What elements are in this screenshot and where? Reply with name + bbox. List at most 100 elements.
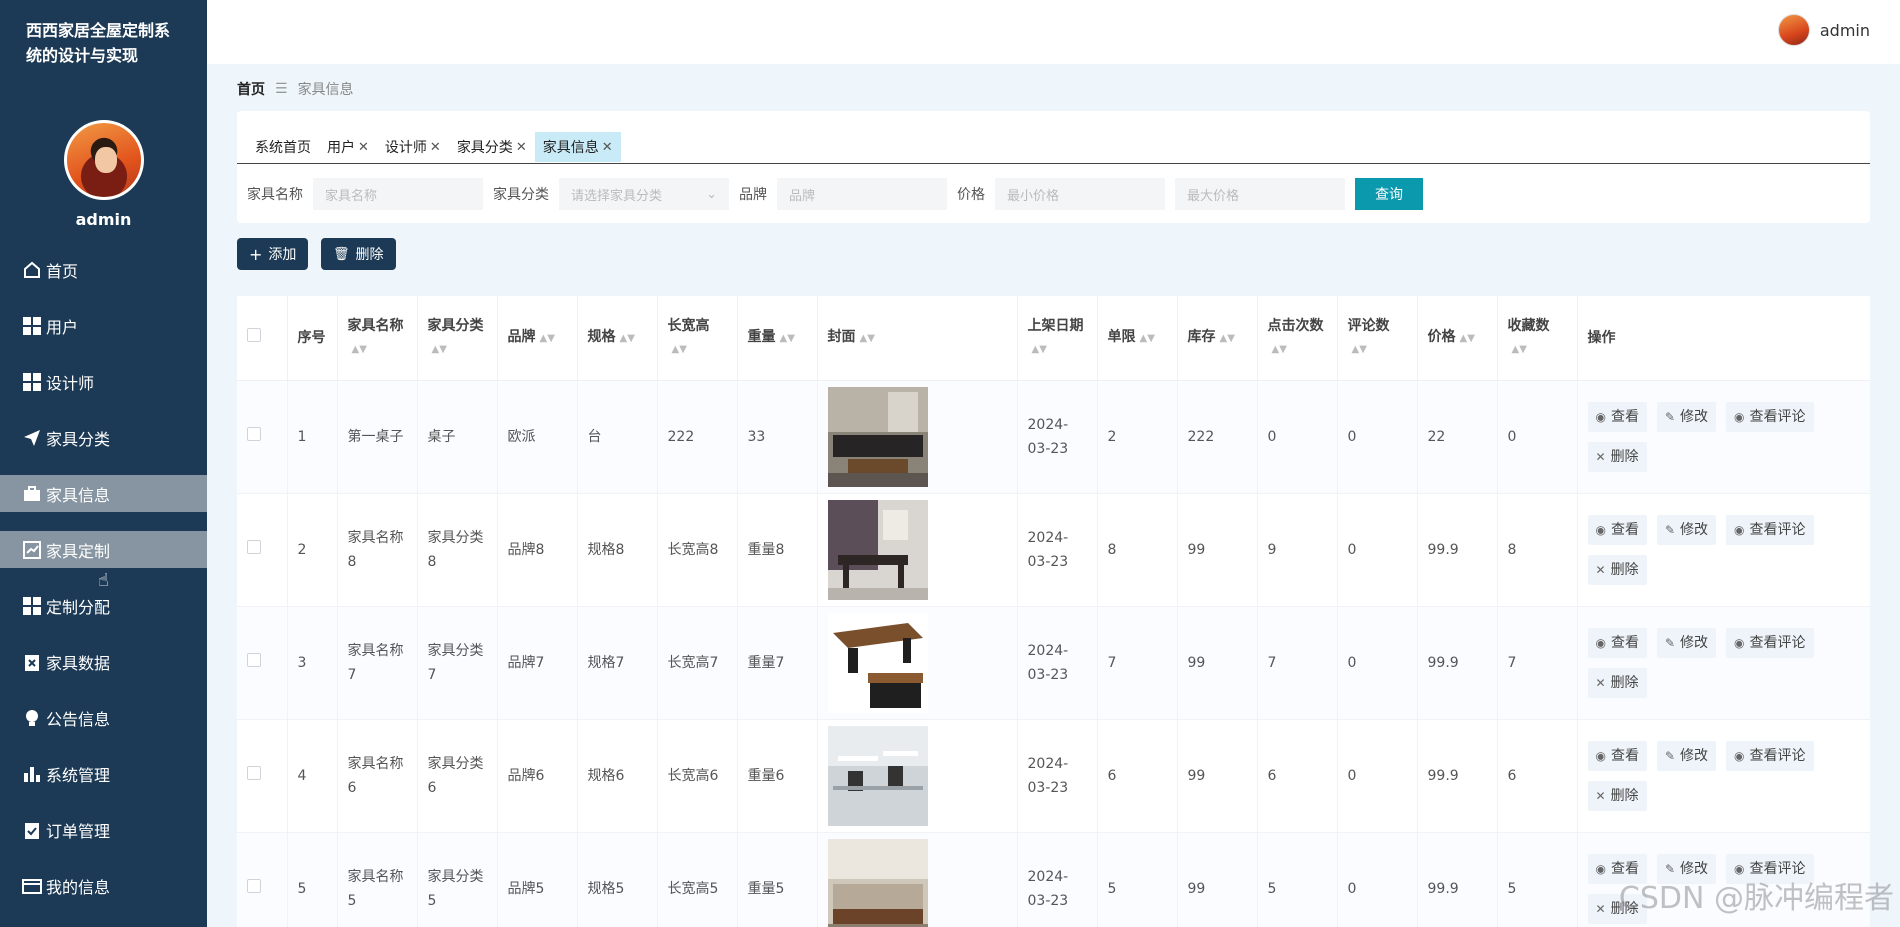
view-comments-button[interactable]: ◉ 查看评论 — [1726, 627, 1814, 658]
user-menu[interactable]: admin — [1777, 14, 1870, 46]
table-header[interactable]: 点击次数 ▲▼ — [1257, 296, 1338, 381]
table-header[interactable]: 家具名称 ▲▼ — [337, 296, 418, 381]
sidebar-item-system[interactable]: 系统管理 — [0, 755, 207, 792]
edit-button[interactable]: ✎ 修改 — [1656, 627, 1717, 658]
cell-date: 2024-03-23 — [1017, 606, 1098, 720]
view-comments-button[interactable]: ◉ 查看评论 — [1726, 740, 1814, 771]
table-header[interactable]: 封面 ▲▼ — [817, 296, 1018, 381]
sort-icon[interactable]: ▲▼ — [860, 333, 875, 344]
close-icon[interactable]: ✕ — [358, 140, 369, 155]
sort-icon[interactable]: ▲▼ — [1272, 344, 1287, 355]
table-header[interactable]: 重量 ▲▼ — [737, 296, 818, 381]
sort-icon[interactable]: ▲▼ — [620, 333, 635, 344]
table-header[interactable]: 上架日期 ▲▼ — [1017, 296, 1098, 381]
sort-icon[interactable]: ▲▼ — [432, 344, 447, 355]
row-delete-button[interactable]: ✕ 删除 — [1587, 441, 1647, 472]
table-header[interactable]: 库存 ▲▼ — [1177, 296, 1258, 381]
edit-icon: ✎ — [1664, 522, 1676, 537]
sidebar-item-orders[interactable]: 订单管理 — [0, 811, 207, 848]
sort-icon[interactable]: ▲▼ — [780, 333, 795, 344]
table-header[interactable]: 规格 ▲▼ — [577, 296, 658, 381]
tab-furniture-category[interactable]: 家具分类 ✕ — [449, 132, 535, 162]
sidebar-item-my-info[interactable]: 我的信息 — [0, 867, 207, 904]
sidebar-profile: admin — [0, 120, 207, 229]
edit-icon: ✎ — [1664, 748, 1676, 763]
row-checkbox[interactable] — [247, 539, 261, 554]
breadcrumb-home[interactable]: 首页 — [237, 79, 265, 99]
sidebar-item-furniture-info[interactable]: 家具信息 — [0, 475, 207, 512]
furniture-table: 序号 家具名称 ▲▼ 家具分类 ▲▼ 品牌 ▲▼ 规格 ▲▼ 长宽高 ▲▼ 重量 ▲▼ 封面… — [237, 296, 1870, 927]
clipboard-check-icon — [22, 820, 42, 840]
category-select[interactable]: 请选择家具分类 ⌄ — [559, 178, 729, 210]
row-checkbox[interactable] — [247, 878, 261, 893]
table-header[interactable]: 品牌 ▲▼ — [497, 296, 578, 381]
table-header[interactable]: 长宽高 ▲▼ — [657, 296, 738, 381]
edit-button[interactable]: ✎ 修改 — [1656, 401, 1717, 432]
cell-limit: 6 — [1097, 719, 1178, 833]
close-icon[interactable]: ✕ — [430, 140, 441, 155]
table-header[interactable]: 价格 ▲▼ — [1417, 296, 1498, 381]
name-input[interactable]: 家具名称 — [313, 178, 483, 210]
edit-button[interactable]: ✎ 修改 — [1656, 514, 1717, 545]
sidebar-username: admin — [75, 210, 132, 229]
tab-system-home[interactable]: 系统首页 — [247, 132, 319, 162]
row-checkbox[interactable] — [247, 426, 261, 441]
sort-icon[interactable]: ▲▼ — [1512, 344, 1527, 355]
cell-stock: 99 — [1177, 606, 1258, 720]
cell-comments: 0 — [1337, 606, 1418, 720]
min-price-input[interactable]: 最小价格 — [995, 178, 1165, 210]
row-checkbox[interactable] — [247, 652, 261, 667]
sidebar-item-furniture-custom[interactable]: 家具定制 — [0, 531, 207, 568]
close-icon[interactable]: ✕ — [602, 140, 613, 155]
table-header[interactable]: 单限 ▲▼ — [1097, 296, 1178, 381]
category-placeholder: 请选择家具分类 — [571, 188, 663, 204]
delete-button[interactable]: 🗑 删除 — [321, 238, 396, 270]
tab-furniture-info[interactable]: 家具信息 ✕ — [534, 132, 621, 162]
sidebar-item-announcement[interactable]: 公告信息 — [0, 699, 207, 736]
sort-icon[interactable]: ▲▼ — [1460, 333, 1475, 344]
tab-user[interactable]: 用户 ✕ — [319, 132, 377, 162]
sidebar-item-furniture-data[interactable]: 家具数据 — [0, 643, 207, 680]
sidebar-item-furniture-category[interactable]: 家具分类 — [0, 419, 207, 456]
cell-category: 家具分类6 — [417, 719, 498, 833]
avatar — [1777, 14, 1810, 46]
cell-no: 1 — [287, 380, 338, 494]
view-comments-button[interactable]: ◉ 查看评论 — [1726, 514, 1814, 545]
sort-icon[interactable]: ▲▼ — [1140, 333, 1155, 344]
table-header[interactable]: 收藏数 ▲▼ — [1497, 296, 1578, 381]
view-button[interactable]: ◉ 查看 — [1587, 514, 1647, 545]
max-price-input[interactable]: 最大价格 — [1175, 178, 1345, 210]
view-button[interactable]: ◉ 查看 — [1587, 627, 1647, 658]
sidebar-item-home[interactable]: 首页 — [0, 251, 207, 288]
sort-icon[interactable]: ▲▼ — [1220, 333, 1235, 344]
query-button[interactable]: 查询 — [1355, 178, 1423, 210]
view-button[interactable]: ◉ 查看 — [1587, 401, 1647, 432]
table-header[interactable]: 评论数 ▲▼ — [1337, 296, 1418, 381]
sort-icon[interactable]: ▲▼ — [672, 344, 687, 355]
row-delete-button[interactable]: ✕ 删除 — [1587, 554, 1647, 585]
row-delete-button[interactable]: ✕ 删除 — [1587, 667, 1647, 698]
brand-label: 品牌 — [739, 187, 767, 203]
view-comments-button[interactable]: ◉ 查看评论 — [1726, 401, 1814, 432]
edit-button[interactable]: ✎ 修改 — [1656, 740, 1717, 771]
tab-designer[interactable]: 设计师 ✕ — [377, 132, 449, 162]
add-button[interactable]: + 添加 — [237, 238, 309, 270]
row-checkbox[interactable] — [247, 765, 261, 780]
close-icon[interactable]: ✕ — [516, 140, 527, 155]
sort-icon[interactable]: ▲▼ — [1352, 344, 1367, 355]
brand-input[interactable]: 品牌 — [777, 178, 947, 210]
row-delete-button[interactable]: ✕ 删除 — [1587, 780, 1647, 811]
sort-icon[interactable]: ▲▼ — [352, 344, 367, 355]
sidebar-item-user[interactable]: 用户 — [0, 307, 207, 344]
sidebar-item-custom-assign[interactable]: 定制分配 — [0, 587, 207, 624]
cell-price: 99.9 — [1417, 493, 1498, 607]
table-header[interactable]: 家具分类 ▲▼ — [417, 296, 498, 381]
cell-name: 第一桌子 — [337, 380, 418, 494]
add-button-label: 添加 — [268, 247, 297, 263]
view-button[interactable]: ◉ 查看 — [1587, 740, 1647, 771]
sort-icon[interactable]: ▲▼ — [540, 333, 555, 344]
select-all-checkbox[interactable] — [247, 327, 261, 342]
sidebar-item-designer[interactable]: 设计师 — [0, 363, 207, 400]
close-icon: ✕ — [1595, 901, 1606, 916]
sort-icon[interactable]: ▲▼ — [1032, 344, 1047, 355]
